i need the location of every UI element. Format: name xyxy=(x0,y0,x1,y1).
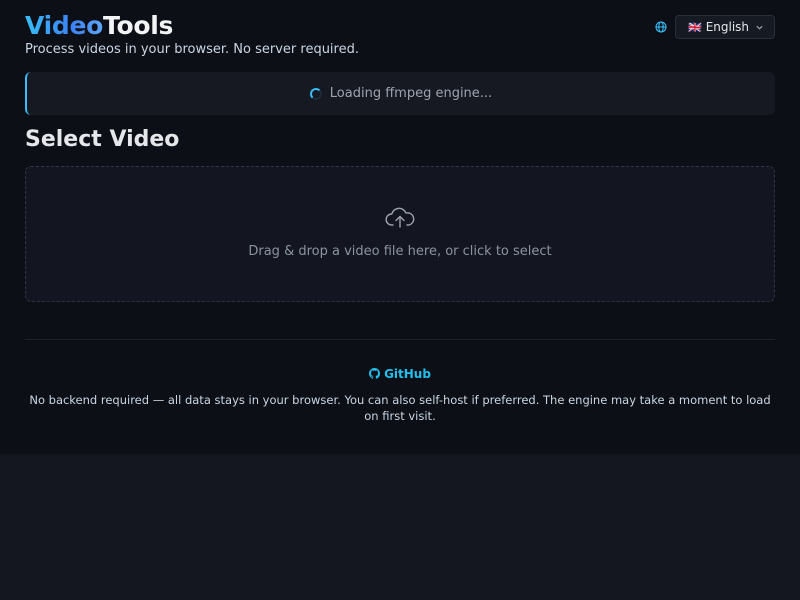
footer: GitHub No backend required — all data st… xyxy=(25,339,775,424)
language-switcher: 🇬🇧 English xyxy=(655,15,775,39)
video-dropzone[interactable]: Drag & drop a video file here, or click … xyxy=(25,166,775,302)
engine-status-banner: Loading ffmpeg engine... xyxy=(25,72,775,115)
section-title: Select Video xyxy=(25,127,180,152)
app-container: VideoTools Process videos in your browse… xyxy=(0,0,800,454)
language-select-value: English xyxy=(705,20,750,34)
footer-note: No backend required — all data stays in … xyxy=(29,393,771,423)
language-select[interactable]: 🇬🇧 English xyxy=(675,15,775,39)
logo-part-video: Video xyxy=(25,11,104,40)
tagline: Process videos in your browser. No serve… xyxy=(25,42,359,57)
cloud-upload-icon xyxy=(385,207,415,228)
chevron-down-icon xyxy=(756,25,763,30)
engine-status-text: Loading ffmpeg engine... xyxy=(329,86,493,101)
flag-uk-icon: 🇬🇧 xyxy=(688,20,702,34)
spinner-icon xyxy=(309,87,322,100)
app-logo: VideoTools xyxy=(25,11,173,41)
header: VideoTools Process videos in your browse… xyxy=(25,0,775,66)
logo-part-tools: Tools xyxy=(103,11,174,40)
github-icon xyxy=(369,368,381,379)
dropzone-hint: Drag & drop a video file here, or click … xyxy=(248,243,552,259)
github-link-label: GitHub xyxy=(384,366,431,381)
github-link[interactable]: GitHub xyxy=(369,367,431,381)
globe-icon xyxy=(655,21,667,33)
